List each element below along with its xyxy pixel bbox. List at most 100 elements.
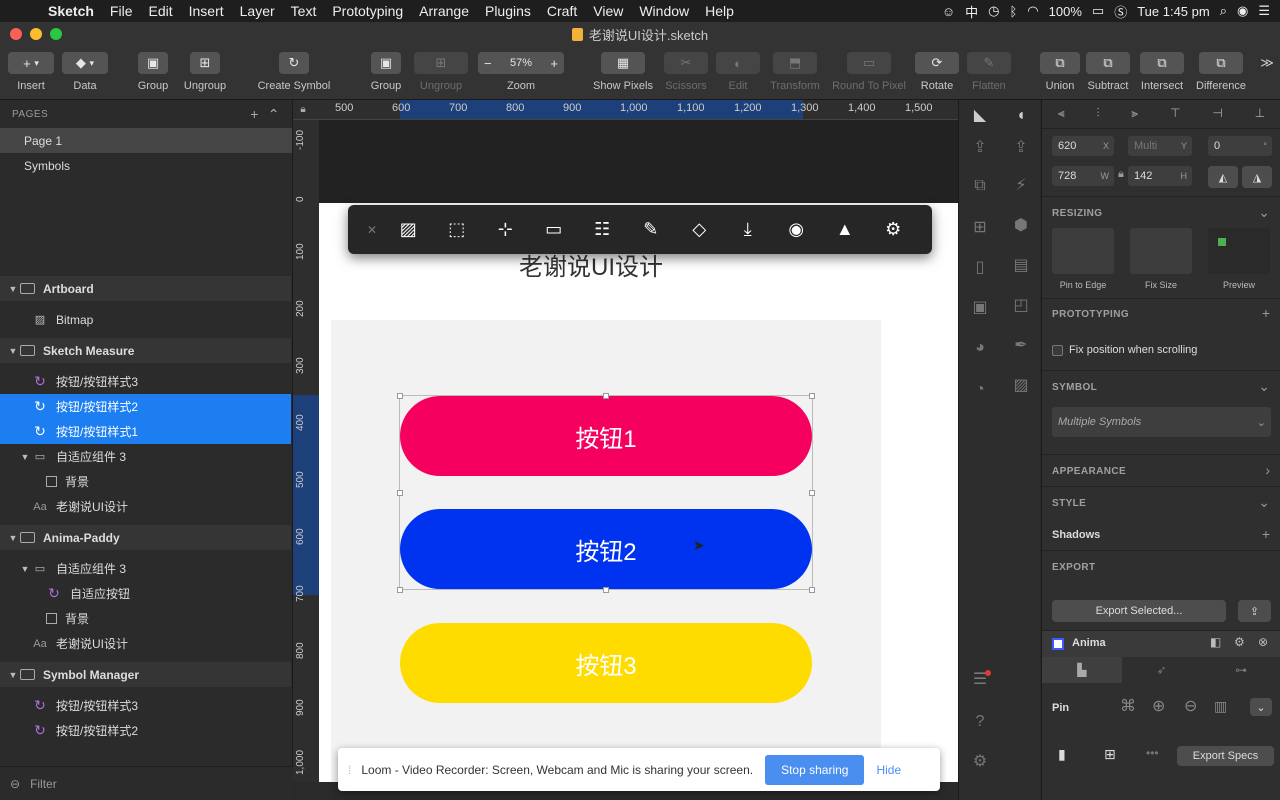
siri-icon[interactable]: ◉ bbox=[1237, 3, 1248, 19]
page-item-symbols[interactable]: Symbols bbox=[0, 153, 292, 178]
settings-icon[interactable]: ⚙ bbox=[970, 752, 990, 772]
vertical-ruler[interactable]: -100 0 100 200 300 400 500 600 700 800 9… bbox=[293, 120, 319, 782]
horizontal-ruler[interactable]: 🔒︎ 500 600 700 800 900 1,000 1,100 1,200… bbox=[293, 100, 958, 120]
library-icon[interactable]: ▣ bbox=[970, 298, 990, 318]
anima-tab-link[interactable]: ⊶ bbox=[1201, 657, 1280, 683]
menu-layer[interactable]: Layer bbox=[232, 3, 283, 19]
add-prototyping-icon[interactable]: + bbox=[1262, 305, 1270, 321]
resize-handle[interactable] bbox=[603, 587, 609, 593]
pin-vertical-icon[interactable]: ⊕ bbox=[1152, 696, 1165, 716]
transform-button[interactable]: ⬒ Transform bbox=[766, 52, 824, 92]
zoom-control[interactable]: − 57% + Zoom bbox=[478, 52, 564, 92]
resize-handle[interactable] bbox=[397, 393, 403, 399]
zoom-in-button[interactable]: + bbox=[550, 56, 558, 71]
craft-icon[interactable]: ◣ bbox=[970, 106, 990, 126]
wifi-icon[interactable]: ◠ bbox=[1027, 3, 1038, 19]
list-icon[interactable]: ▤ bbox=[1011, 256, 1031, 276]
collapse-pages-button[interactable]: ⌃ bbox=[268, 106, 280, 122]
lock-icon[interactable]: 🔒︎ bbox=[293, 100, 313, 119]
share-icon[interactable]: ⇪ bbox=[1011, 138, 1031, 158]
duplicate-icon[interactable]: ⧉ bbox=[970, 176, 990, 196]
pen-icon[interactable]: ✒ bbox=[1011, 336, 1031, 356]
layer-artboard[interactable]: ▼ Artboard bbox=[0, 276, 291, 301]
disclosure-triangle-icon[interactable]: ▼ bbox=[18, 452, 32, 462]
gear-icon[interactable]: ⚙ bbox=[869, 205, 918, 254]
menu-arrange[interactable]: Arrange bbox=[411, 3, 477, 19]
add-page-button[interactable]: + bbox=[250, 106, 259, 122]
spec-doc-icon[interactable]: ▮ bbox=[1058, 746, 1066, 763]
resize-handle[interactable] bbox=[809, 587, 815, 593]
drag-handle-icon[interactable]: ⁞ bbox=[348, 763, 351, 777]
intersect-button[interactable]: ⧉ Intersect bbox=[1138, 52, 1186, 92]
disclosure-triangle-icon[interactable]: ▼ bbox=[6, 284, 20, 294]
align-center-icon[interactable]: ⫶ bbox=[1097, 106, 1100, 121]
layer-background-b[interactable]: 背景 bbox=[0, 606, 291, 631]
disclosure-triangle-icon[interactable]: ▼ bbox=[6, 533, 20, 543]
menu-help[interactable]: Help bbox=[697, 3, 742, 19]
menu-app[interactable]: Sketch bbox=[40, 3, 102, 19]
gear-icon[interactable]: ⚙ bbox=[1234, 635, 1245, 649]
battery-icon[interactable]: ▭ bbox=[1092, 3, 1104, 19]
resize-handle[interactable] bbox=[809, 393, 815, 399]
group-button[interactable]: ▣ Group bbox=[132, 52, 174, 92]
resize-handle[interactable] bbox=[397, 490, 403, 496]
ungroup-button-2[interactable]: ⊞ Ungroup bbox=[414, 52, 468, 92]
edit-button[interactable]: ◐ Edit bbox=[716, 52, 760, 92]
canvas-button-3[interactable]: 按钮3 bbox=[400, 623, 812, 703]
export-spec-icon[interactable]: ⤓ bbox=[724, 205, 773, 254]
flatten-button[interactable]: ✎ Flatten bbox=[966, 52, 1012, 92]
layer-symbol-manager[interactable]: ▼ Symbol Manager bbox=[0, 662, 291, 687]
layer-text-title[interactable]: Aa 老谢说UI设计 bbox=[0, 494, 291, 519]
artboard[interactable]: 老谢说UI设计 按钮1 按钮2 按钮3 ➤ bbox=[319, 203, 958, 782]
menu-text[interactable]: Text bbox=[283, 3, 325, 19]
layer-bitmap[interactable]: ▨ Bitmap bbox=[0, 307, 291, 332]
symbol-select[interactable]: Multiple Symbols ⌄ bbox=[1052, 407, 1271, 437]
minimize-window-icon[interactable] bbox=[30, 28, 42, 40]
frame-icon[interactable]: ▯ bbox=[970, 258, 990, 278]
pin-horizontal-icon[interactable]: ⊖ bbox=[1184, 696, 1197, 716]
subtract-button[interactable]: ⧉ Subtract bbox=[1084, 52, 1132, 92]
overlay-icon[interactable]: ▨ bbox=[384, 205, 433, 254]
menu-plugins[interactable]: Plugins bbox=[477, 3, 539, 19]
palette-icon[interactable]: ◕ bbox=[970, 338, 990, 358]
notification-center-icon[interactable]: ☰ bbox=[1258, 3, 1270, 19]
eye-icon[interactable]: ◉ bbox=[772, 205, 821, 254]
zoom-window-icon[interactable] bbox=[50, 28, 62, 40]
s-app-icon[interactable]: Ⓢ bbox=[1114, 2, 1127, 21]
resize-handle[interactable] bbox=[603, 393, 609, 399]
spacing-icon[interactable]: ⊹ bbox=[481, 205, 530, 254]
data-tool[interactable]: ◆ ▾ Data bbox=[62, 52, 108, 92]
menu-craft[interactable]: Craft bbox=[539, 3, 585, 19]
pin-to-edge-control[interactable] bbox=[1052, 228, 1114, 274]
bluetooth-icon[interactable]: ᛒ bbox=[1009, 4, 1017, 19]
layer-symbol-style-2b[interactable]: ↻ 按钮/按钮样式2 bbox=[0, 718, 291, 743]
scissors-button[interactable]: ✂ Scissors bbox=[662, 52, 710, 92]
layer-symbol-style-3b[interactable]: ↻ 按钮/按钮样式3 bbox=[0, 693, 291, 718]
menu-prototyping[interactable]: Prototyping bbox=[324, 3, 411, 19]
more-dots-icon[interactable]: ••• bbox=[1146, 746, 1159, 760]
show-pixels-button[interactable]: ▦ Show Pixels bbox=[590, 52, 656, 92]
pin-all-icon[interactable]: ⌘ bbox=[1120, 696, 1136, 716]
width-field[interactable]: 728 W bbox=[1052, 166, 1114, 186]
fix-size-control[interactable] bbox=[1130, 228, 1192, 274]
help-icon[interactable]: ? bbox=[970, 712, 990, 732]
flip-horizontal-button[interactable]: ◭ bbox=[1208, 166, 1238, 188]
grid-icon[interactable]: ⊞ bbox=[970, 218, 990, 238]
align-bottom-icon[interactable]: ⊥ bbox=[1255, 106, 1265, 120]
union-button[interactable]: ⧉ Union bbox=[1040, 52, 1080, 92]
close-measure-icon[interactable]: ✕ bbox=[360, 205, 384, 254]
note-icon[interactable]: ▭ bbox=[530, 205, 579, 254]
battery-percent[interactable]: 100% bbox=[1049, 4, 1082, 19]
layer-group-adaptive-3[interactable]: ▼ ▭ 自适应组件 3 bbox=[0, 444, 291, 469]
symbol-collapse-icon[interactable]: ⌄ bbox=[1258, 378, 1270, 395]
rotation-field[interactable]: 0 ° bbox=[1208, 136, 1272, 156]
resizing-collapse-icon[interactable]: ⌄ bbox=[1258, 204, 1270, 221]
pin-dropdown-button[interactable]: ⌄ bbox=[1250, 698, 1272, 716]
create-symbol-button[interactable]: ↻ Create Symbol bbox=[252, 52, 336, 92]
menu-view[interactable]: View bbox=[585, 3, 631, 19]
ungroup-button[interactable]: ⊞ Ungroup bbox=[180, 52, 230, 92]
x-position-field[interactable]: 620 X bbox=[1052, 136, 1114, 156]
appearance-expand-icon[interactable]: › bbox=[1265, 462, 1270, 478]
ime-indicator[interactable]: 中 bbox=[965, 2, 978, 21]
clock[interactable]: Tue 1:45 pm bbox=[1137, 4, 1210, 19]
